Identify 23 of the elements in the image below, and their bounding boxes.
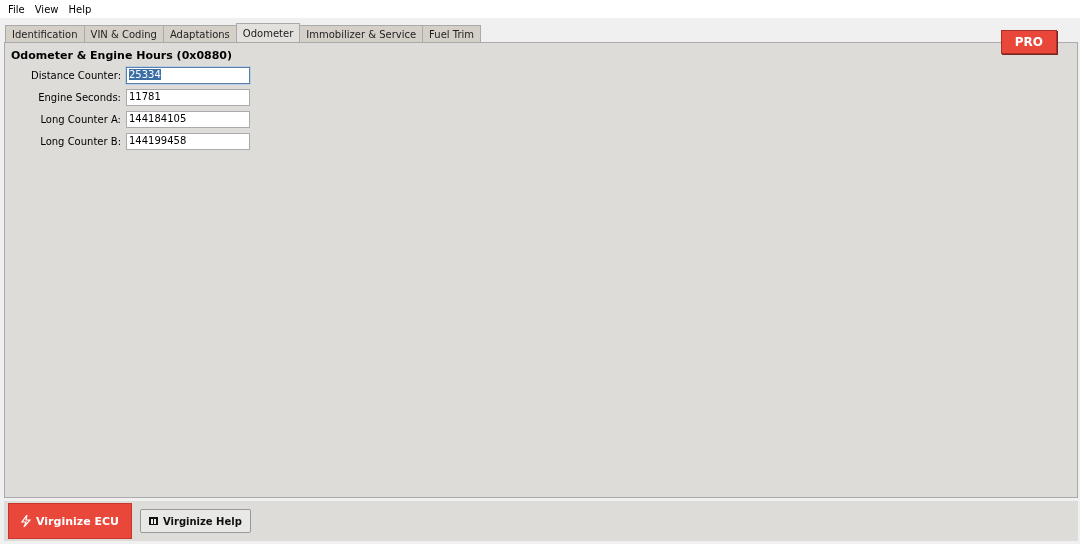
field-label: Engine Seconds:	[37, 92, 121, 103]
virginize-button[interactable]: Virginize ECU	[8, 503, 132, 539]
menu-item[interactable]: File	[3, 3, 30, 15]
input-field[interactable]: 11781	[126, 89, 250, 106]
field-label: Distance Counter:	[29, 70, 121, 81]
input-field[interactable]: 144199458	[126, 133, 250, 150]
tab[interactable]: Fuel Trim	[422, 25, 482, 42]
tab[interactable]: Adaptations	[162, 25, 237, 42]
section-title: Odometer & Engine Hours (0x0880)	[11, 49, 233, 62]
tab[interactable]: VIN & Coding	[83, 25, 164, 42]
pro-badge[interactable]: PRO	[1000, 30, 1057, 54]
lightning-icon	[21, 515, 31, 527]
input-field[interactable]: 25334	[126, 67, 250, 84]
help-button[interactable]: Virginize Help	[140, 509, 251, 533]
menu-item[interactable]: Help	[63, 3, 97, 15]
field-label: Long Counter B:	[39, 136, 121, 147]
field-label: Long Counter A:	[39, 114, 121, 125]
book-icon	[149, 517, 158, 525]
menu-item[interactable]: View	[29, 3, 64, 15]
input-field[interactable]: 144184105	[126, 111, 250, 128]
tab[interactable]: Immobilizer & Service	[299, 25, 424, 42]
tab[interactable]: Odometer	[235, 23, 301, 42]
tab[interactable]: Identification	[5, 25, 85, 42]
